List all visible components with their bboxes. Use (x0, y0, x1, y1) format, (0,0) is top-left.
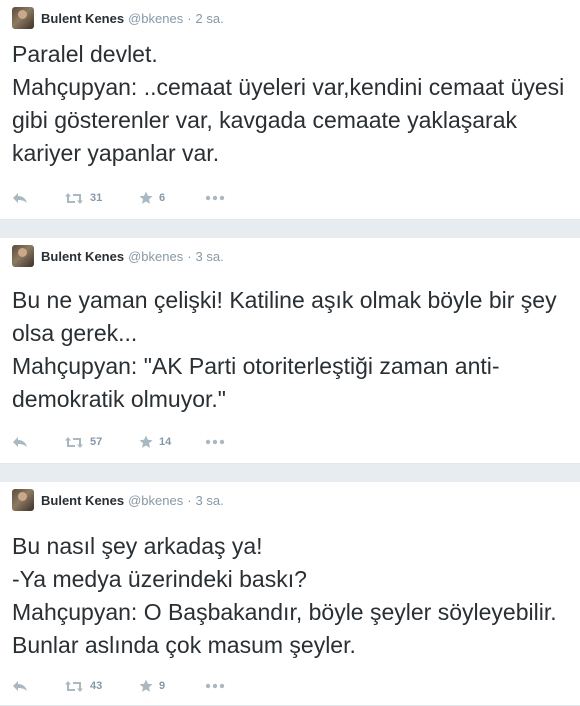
tweet-header: Bulent Kenes @bkenes · 3 sa. (12, 488, 224, 512)
tweet-2[interactable]: Bulent Kenes @bkenes · 3 sa. Bu ne yaman… (0, 238, 580, 464)
reply-icon (13, 681, 27, 691)
tweet-text: Bu ne yaman çelişki! Katiline aşık olmak… (12, 287, 557, 412)
retweet-count: 43 (90, 680, 103, 692)
tweet-timestamp[interactable]: 3 sa. (196, 493, 224, 508)
favorite-button[interactable]: 14 (139, 435, 205, 449)
reply-icon (13, 437, 27, 447)
tweet-1[interactable]: Bulent Kenes @bkenes · 2 sa. Paralel dev… (0, 0, 580, 220)
more-icon (205, 683, 225, 689)
more-icon (205, 195, 225, 201)
avatar[interactable] (12, 245, 34, 267)
separator: · (187, 492, 192, 508)
tweet-header: Bulent Kenes @bkenes · 2 sa. (12, 6, 224, 30)
reply-icon (13, 193, 27, 203)
more-button[interactable] (205, 683, 225, 689)
author-handle[interactable]: @bkenes (128, 11, 183, 26)
tweet-actions: 57 14 (12, 432, 225, 452)
author-name[interactable]: Bulent Kenes (41, 493, 124, 508)
separator: · (187, 10, 192, 26)
retweet-icon (65, 680, 83, 692)
tweet-actions: 43 9 (12, 676, 225, 696)
author-handle[interactable]: @bkenes (128, 249, 183, 264)
favorite-button[interactable]: 6 (139, 191, 205, 205)
author-name[interactable]: Bulent Kenes (41, 11, 124, 26)
avatar[interactable] (12, 489, 34, 511)
retweet-button[interactable]: 31 (64, 192, 139, 205)
retweet-icon (65, 192, 83, 204)
author-handle[interactable]: @bkenes (128, 493, 183, 508)
retweet-button[interactable]: 43 (64, 680, 139, 693)
reply-button[interactable] (12, 436, 64, 448)
tweet-3[interactable]: Bulent Kenes @bkenes · 3 sa. Bu nasıl şe… (0, 482, 580, 706)
favorite-count: 14 (159, 436, 172, 448)
author-name[interactable]: Bulent Kenes (41, 249, 124, 264)
favorite-star-icon (139, 679, 153, 692)
avatar[interactable] (12, 7, 34, 29)
retweet-count: 31 (90, 192, 103, 204)
tweet-text: Paralel devlet. Mahçupyan: ..cemaat üyel… (12, 41, 565, 166)
favorite-star-icon (139, 435, 153, 448)
more-button[interactable] (205, 439, 225, 445)
favorite-button[interactable]: 9 (139, 679, 205, 693)
retweet-count: 57 (90, 436, 103, 448)
tweet-text: Bu nasıl şey arkadaş ya! -Ya medya üzeri… (12, 533, 557, 658)
favorite-count: 9 (159, 680, 166, 692)
reply-button[interactable] (12, 680, 64, 692)
reply-button[interactable] (12, 192, 64, 204)
tweet-timestamp[interactable]: 3 sa. (196, 249, 224, 264)
favorite-count: 6 (159, 192, 166, 204)
favorite-star-icon (139, 191, 153, 204)
tweet-timestamp[interactable]: 2 sa. (196, 11, 224, 26)
retweet-button[interactable]: 57 (64, 436, 139, 449)
retweet-icon (65, 436, 83, 448)
tweet-actions: 31 6 (12, 188, 225, 208)
more-icon (205, 439, 225, 445)
separator: · (187, 248, 192, 264)
tweet-header: Bulent Kenes @bkenes · 3 sa. (12, 244, 224, 268)
more-button[interactable] (205, 195, 225, 201)
